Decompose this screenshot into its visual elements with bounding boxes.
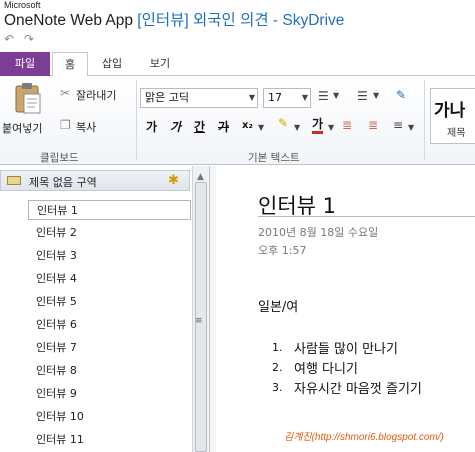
clipboard-icon [15,83,41,114]
page-item-1[interactable]: 인터뷰 1 [28,200,191,220]
undo-icon[interactable]: ↶ [4,33,16,45]
clipboard-group-label: 클립보드 [40,152,79,164]
nav-scrollbar[interactable]: ▲ [192,166,209,452]
tab-home[interactable]: 홈 [52,52,88,77]
chevron-down-icon[interactable]: ▼ [294,123,300,132]
page-date: 2010년 8월 18일 수요일 [258,226,379,239]
chevron-down-icon[interactable]: ▼ [328,123,334,132]
watermark: 김계진(http://shmori6.blogspot.com/) [284,432,444,443]
list-item[interactable]: 여행 다니기 [294,358,358,377]
bullet-list-icon[interactable]: ☰ [318,89,329,103]
scissors-icon: ✂ [60,86,71,100]
page-content[interactable]: 인터뷰 1 2010년 8월 18일 수요일 오후 1:57 일본/여 1. 사… [216,166,475,452]
highlighter-icon[interactable]: ✎ [278,116,288,130]
paste-button[interactable]: 붙여넣기 [2,80,52,136]
list-item[interactable]: 자유시간 마음껏 즐기기 [294,378,422,397]
list-number: 3. [272,381,283,394]
onenote-web-app: Microsoft OneNote Web App [인터뷰] 외국인 의견 -… [0,0,475,452]
page-item-10[interactable]: 인터뷰 10 [28,407,191,427]
new-page-icon[interactable]: ✱ [168,173,179,188]
font-size-combo[interactable]: 17 ▼ [263,88,311,108]
copy-icon: ❐ [60,118,71,132]
numbered-list-icon[interactable]: ☰ [357,89,368,103]
chevron-down-icon: ▼ [248,93,255,102]
cut-label: 잘라내기 [76,89,117,102]
tab-insert[interactable]: 삽입 [92,52,132,76]
scroll-up-icon[interactable]: ▲ [197,172,204,182]
bold-button[interactable]: 가 [146,118,157,135]
font-color-button[interactable]: 가 [312,117,324,134]
page-item-5[interactable]: 인터뷰 5 [28,292,191,312]
tab-view[interactable]: 보기 [140,52,180,76]
font-name-combo[interactable]: 맑은 고딕 ▼ [140,88,258,108]
paste-label: 붙여넣기 [2,122,43,135]
page-item-7[interactable]: 인터뷰 7 [28,338,191,358]
section-label: 제목 없음 구역 [29,176,97,189]
ribbon: 붙여넣기 ✂ 잘라내기 ❐ 복사 클립보드 맑은 고딕 ▼ 17 ▼ ☰ ▼ ☰… [0,76,475,165]
italic-button[interactable]: 가 [170,118,181,135]
chevron-down-icon[interactable]: ▼ [258,123,264,132]
style-label: 제목 [447,128,466,139]
group-divider [424,80,425,160]
group-divider [136,80,137,160]
increase-indent-icon[interactable]: ≣ [368,118,378,132]
title-underline [258,216,475,217]
font-name-value: 맑은 고딕 [145,91,189,104]
skydrive-link[interactable]: SkyDrive [282,12,344,29]
note-heading[interactable]: 일본/여 [258,296,298,315]
page-item-2[interactable]: 인터뷰 2 [28,223,191,243]
subscript-button[interactable]: x₂ [242,120,253,131]
app-name: OneNote Web App [4,12,133,29]
align-icon[interactable]: ≡ [393,118,403,132]
page-item-11[interactable]: 인터뷰 11 [28,430,191,450]
chevron-down-icon[interactable]: ▼ [373,91,379,100]
ribbon-tab-bar: 파일 홈 삽입 보기 [0,52,475,77]
page-time: 오후 1:57 [258,244,307,257]
section-folder-icon [7,176,21,185]
window-title: OneNote Web App [인터뷰] 외국인 의견 - SkyDrive [4,8,344,30]
copy-label: 복사 [76,121,97,134]
chevron-down-icon[interactable]: ▼ [408,123,414,132]
font-size-value: 17 [268,91,282,104]
title-separator: - [268,12,283,29]
basic-text-group-label: 기본 텍스트 [248,152,300,164]
list-number: 1. [272,341,283,354]
page-item-3[interactable]: 인터뷰 3 [28,246,191,266]
cut-button[interactable]: ✂ 잘라내기 [60,86,130,102]
page-item-4[interactable]: 인터뷰 4 [28,269,191,289]
chevron-down-icon[interactable]: ▼ [333,91,339,100]
splitter-grip-icon[interactable]: ≡ [195,316,203,326]
tab-file[interactable]: 파일 [0,52,50,76]
page-item-6[interactable]: 인터뷰 6 [28,315,191,335]
spellcheck-icon[interactable]: ✎ [396,88,406,102]
page-item-9[interactable]: 인터뷰 9 [28,384,191,404]
decrease-indent-icon[interactable]: ≣ [342,118,352,132]
chevron-down-icon: ▼ [301,93,308,102]
page-item-8[interactable]: 인터뷰 8 [28,361,191,381]
list-number: 2. [272,361,283,374]
doc-title[interactable]: [인터뷰] 외국인 의견 [137,12,268,29]
underline-button[interactable]: 간 [194,118,205,135]
copy-button[interactable]: ❐ 복사 [60,118,120,134]
section-header[interactable]: 제목 없음 구역 ✱ [0,170,190,191]
redo-icon[interactable]: ↷ [24,33,36,45]
list-item[interactable]: 사람들 많이 만나기 [294,338,398,357]
page-navigation: 제목 없음 구역 ✱ 인터뷰 1 인터뷰 2 인터뷰 3 인터뷰 4 인터뷰 5… [0,166,210,452]
strikethrough-button[interactable]: 가 [218,118,229,135]
style-preview: 가나 [434,101,466,121]
